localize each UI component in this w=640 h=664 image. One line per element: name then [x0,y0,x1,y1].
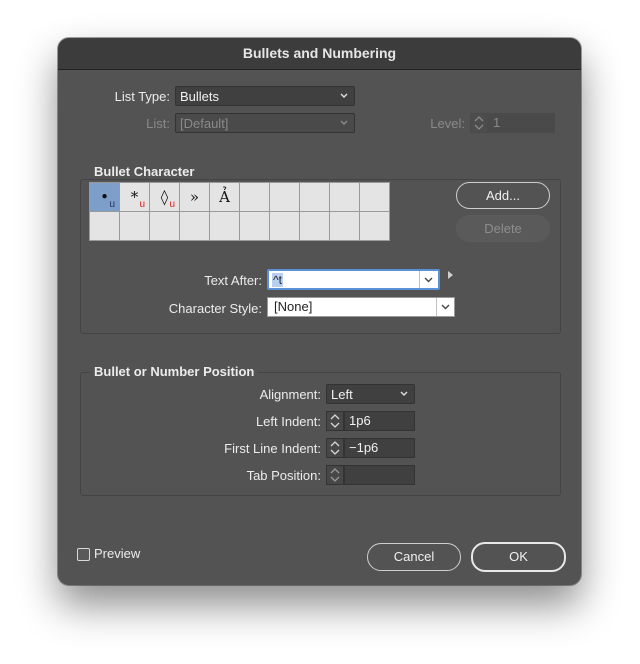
character-style-label: Character Style: [168,301,262,316]
bullet-glyph: » [189,188,200,206]
left-indent-label: Left Indent: [255,414,321,429]
ok-button[interactable]: OK [471,542,566,572]
empty-cell[interactable] [240,212,269,240]
bullet-glyph: * [130,188,139,206]
stepper-icon [330,468,340,482]
empty-cell[interactable] [270,212,299,240]
delete-button[interactable]: Delete [456,215,550,242]
first-line-indent-label: First Line Indent: [224,441,321,456]
bullet-font-marker: u [169,199,175,210]
list-type-label: List Type: [114,89,170,104]
dialog-title: Bullets and Numbering [58,38,581,70]
bullet-cell[interactable]: » [180,183,209,211]
empty-cell[interactable] [150,212,179,240]
list-type-value: Bullets [180,89,220,104]
list-select[interactable]: [Default] [175,113,355,133]
empty-cell[interactable] [210,212,239,240]
bullet-font-marker: u [139,199,145,210]
bullet-cell[interactable]: Ả [210,183,239,211]
bullet-cell[interactable]: • u [90,183,119,211]
character-style-dropdown[interactable] [436,298,454,316]
character-style-value: [None] [274,299,313,314]
empty-cell[interactable] [120,212,149,240]
alignment-label: Alignment: [259,387,321,402]
empty-cell[interactable] [180,212,209,240]
empty-cell[interactable] [330,212,359,240]
flyout-triangle-icon[interactable] [447,270,455,280]
bullet-font-marker: u [109,199,115,210]
text-after-label: Text After: [204,273,262,288]
bullet-glyph: ◊ [160,188,169,206]
stepper-icon [330,441,340,455]
empty-cell[interactable] [90,212,119,240]
empty-cell[interactable] [240,183,269,211]
empty-cell[interactable] [270,183,299,211]
cancel-button[interactable]: Cancel [367,543,461,571]
empty-cell[interactable] [300,212,329,240]
left-indent-field[interactable]: 1p6 [344,411,415,431]
chevron-down-icon [441,304,450,310]
tab-position-field[interactable] [344,465,415,485]
level-label: Level: [430,116,465,131]
level-field[interactable]: 1 [488,113,555,133]
stepper-icon [330,414,340,428]
empty-cell[interactable] [330,183,359,211]
bullet-cell[interactable]: * u [120,183,149,211]
first-line-indent-stepper[interactable] [326,438,344,458]
chevron-down-icon [424,277,433,283]
preview-checkbox[interactable] [77,548,90,561]
chevron-down-icon [340,120,348,125]
bullet-glyph: • [100,188,109,206]
left-indent-stepper[interactable] [326,411,344,431]
level-stepper[interactable] [470,113,488,133]
text-after-combobox[interactable]: ^t [267,269,440,290]
empty-cell[interactable] [360,183,389,211]
list-value: [Default] [180,116,229,131]
bullet-cell[interactable]: ◊ u [150,183,179,211]
tab-position-label: Tab Position: [246,468,321,483]
empty-cell[interactable] [300,183,329,211]
bullet-character-grid: • u * u ◊ u » Ả [89,182,390,241]
alignment-value: Left [331,387,353,402]
bullets-numbering-dialog: Bullets and Numbering List Type: Bullets… [58,38,581,585]
chevron-down-icon [340,93,348,98]
list-type-select[interactable]: Bullets [175,86,355,106]
first-line-indent-field[interactable]: −1p6 [344,438,415,458]
add-button[interactable]: Add... [456,182,550,209]
bullet-glyph: Ả [219,188,230,206]
bullet-character-title: Bullet Character [90,164,199,179]
stepper-icon [474,116,484,130]
chevron-down-icon [400,391,408,396]
text-after-dropdown[interactable] [419,271,438,288]
text-after-value[interactable]: ^t [272,273,283,287]
position-title: Bullet or Number Position [90,364,259,379]
preview-label: Preview [94,546,141,561]
tab-position-stepper[interactable] [326,465,344,485]
list-label: List: [146,116,170,131]
alignment-select[interactable]: Left [326,384,415,404]
empty-cell[interactable] [360,212,389,240]
character-style-select[interactable]: [None] [267,297,455,317]
